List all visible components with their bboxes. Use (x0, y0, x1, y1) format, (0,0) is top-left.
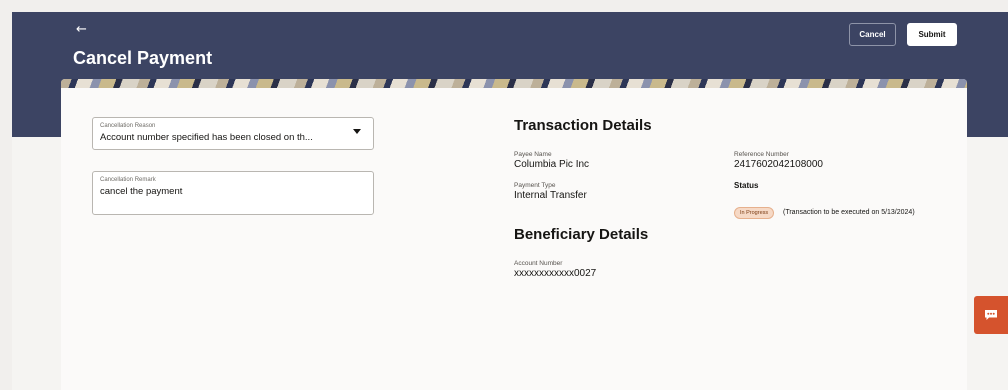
cancel-button[interactable]: Cancel (849, 23, 896, 46)
cancellation-reason-label: Cancellation Reason (100, 123, 156, 129)
status-label: Status (734, 181, 759, 190)
page-title: Cancel Payment (73, 48, 213, 68)
cancellation-remark-label: Cancellation Remark (100, 177, 156, 183)
submit-button[interactable]: Submit (907, 23, 957, 46)
reference-number-value: 2417602042108000 (734, 159, 823, 170)
cancellation-remark-value[interactable]: cancel the payment (100, 186, 182, 197)
cancellation-reason-value: Account number specified has been closed… (100, 132, 313, 143)
chevron-down-icon[interactable] (353, 129, 361, 134)
decorative-pattern (61, 79, 967, 88)
content-card: Cancellation Reason Account number speci… (61, 79, 967, 390)
status-badge: In Progress (734, 207, 775, 219)
payee-name-label: Payee Name (514, 151, 552, 158)
beneficiary-details-title: Beneficiary Details (514, 226, 649, 243)
chat-icon (985, 310, 997, 320)
payment-type-value: Internal Transfer (514, 190, 587, 201)
account-number-label: Account Number (514, 260, 563, 267)
payment-type-label: Payment Type (514, 182, 556, 189)
chat-button[interactable] (974, 296, 1008, 334)
screen: ← Cancel Payment Cancel Submit Cancellat… (12, 12, 1008, 390)
reference-number-label: Reference Number (734, 151, 789, 158)
cancellation-remark-input[interactable]: Cancellation Remark cancel the payment (92, 171, 374, 215)
transaction-details-title: Transaction Details (514, 117, 652, 134)
payee-name-value: Columbia Pic Inc (514, 159, 590, 170)
cancellation-reason-select[interactable]: Cancellation Reason Account number speci… (92, 117, 374, 150)
account-number-value: xxxxxxxxxxxx0027 (514, 268, 597, 279)
status-note: (Transaction to be executed on 5/13/2024… (783, 209, 915, 216)
back-arrow-icon[interactable]: ← (76, 23, 87, 37)
